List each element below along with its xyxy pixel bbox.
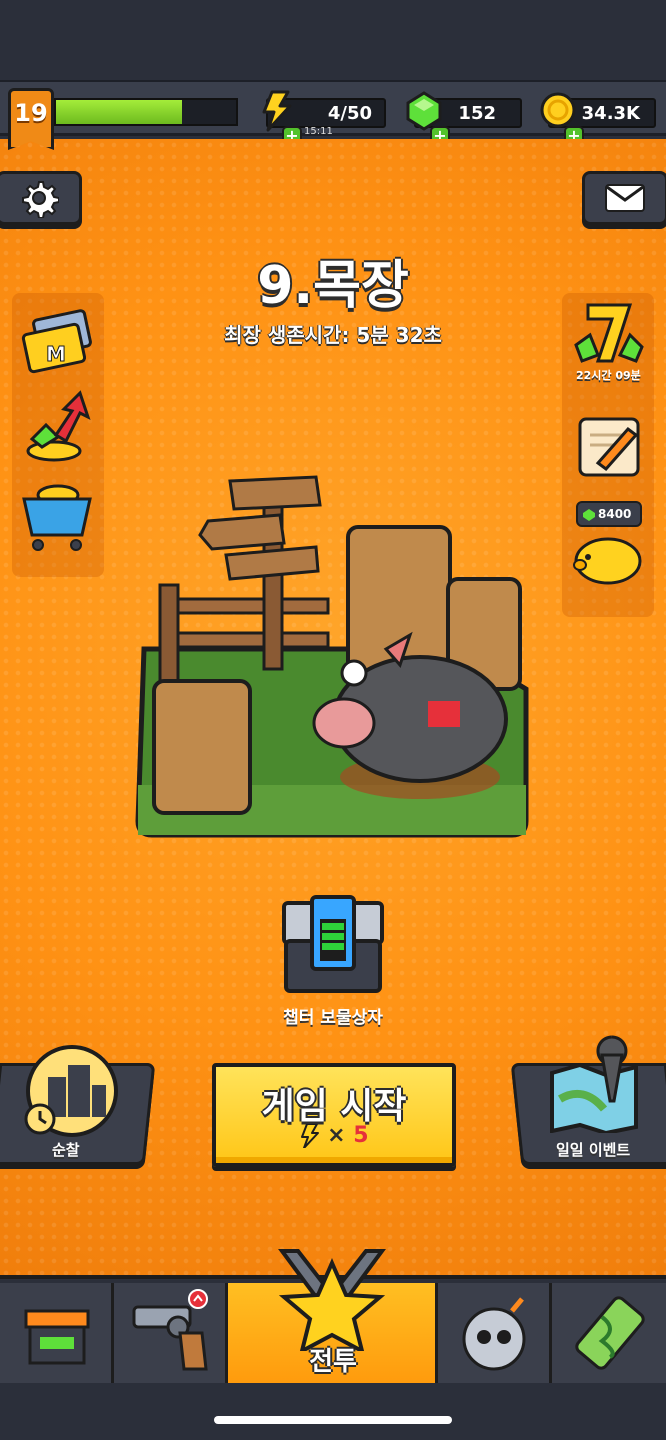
cost-multiply-symbol: × [327,1123,346,1148]
treasure-chest-icon [282,895,384,993]
energy-value: 4/50 [327,103,372,124]
chapter-chest-button[interactable] [278,893,388,997]
quest-scroll-button[interactable] [570,413,650,493]
energy-timer: 15:11 [304,126,333,137]
lightning-icon [301,1123,320,1149]
piggy-gem-value: 8400 [598,507,632,521]
status-bar [0,0,666,80]
chapter-chest-label: 챕터 보물상자 [283,1008,383,1028]
shop-store-icon [24,1309,90,1365]
game-start-button[interactable]: 게임 시작 × 5 [212,1063,456,1167]
game-start-cost: × 5 [216,1123,452,1149]
envelope-icon [605,184,645,212]
coin-value: 34.3K [581,103,640,124]
skull-bomb-icon [462,1297,526,1371]
patrol-city-icon [24,1045,118,1137]
piggy-bank-button[interactable]: 8400 [570,497,650,597]
game-start-label: 게임 시작 [261,1086,407,1127]
star-crossed-swords-icon [278,1249,386,1351]
tab-skills[interactable] [438,1283,552,1383]
gear-icon [22,181,59,218]
bottom-navigation: 전투 [0,1249,666,1385]
tab-battle[interactable]: 전투 [228,1249,438,1383]
map-pin-icon [550,1035,638,1133]
gem-icon [583,509,595,521]
cost-value: 5 [353,1123,369,1148]
membership-card-icon: M [21,309,92,374]
growth-arrow-icon [26,390,91,462]
mail-button[interactable] [582,171,666,225]
monthly-pass-button[interactable]: M [18,309,98,389]
player-level: 19 [14,99,48,127]
growth-fund-button[interactable] [18,389,98,469]
player-level-badge[interactable]: 19 [8,88,54,150]
shopping-cart-icon [22,484,92,551]
farm-stage-illustration [135,475,529,838]
xp-progress-fill [56,100,182,124]
settings-button[interactable] [0,171,82,225]
energy-counter[interactable]: + 4/50 15:11 [262,90,386,146]
home-indicator [214,1416,452,1424]
scroll-quill-icon [578,417,640,477]
top-hud: 19 + 4/50 15:11 + 152 + 34.3K [0,80,666,150]
daily-event-label: 일일 이벤트 [556,1141,631,1159]
gem-value: 152 [458,103,496,124]
tab-shop[interactable] [0,1283,114,1383]
tab-evolution[interactable] [552,1283,666,1383]
dna-capsule-icon [575,1296,645,1370]
piggy-bank-icon [573,537,642,585]
revolver-icon [132,1289,208,1371]
xp-progress-bar [54,98,238,126]
lucky-timer: 22시간 09분 [576,369,641,382]
tab-equipment[interactable] [114,1283,228,1383]
coin-counter[interactable]: + 34.3K [540,92,656,146]
tab-battle-label: 전투 [309,1347,357,1377]
shop-cart-button[interactable] [18,475,98,555]
gem-counter[interactable]: + 152 [406,91,522,146]
patrol-label: 순찰 [52,1141,80,1159]
home-play-area: 9.목장 최장 생존시간: 5분 32초 M 22시간 09분 8400 챕터 … [0,139,666,1275]
svg-text:M: M [46,342,66,366]
piggy-gem-tag: 8400 [576,501,642,527]
lucky-seven-icon [574,303,644,363]
